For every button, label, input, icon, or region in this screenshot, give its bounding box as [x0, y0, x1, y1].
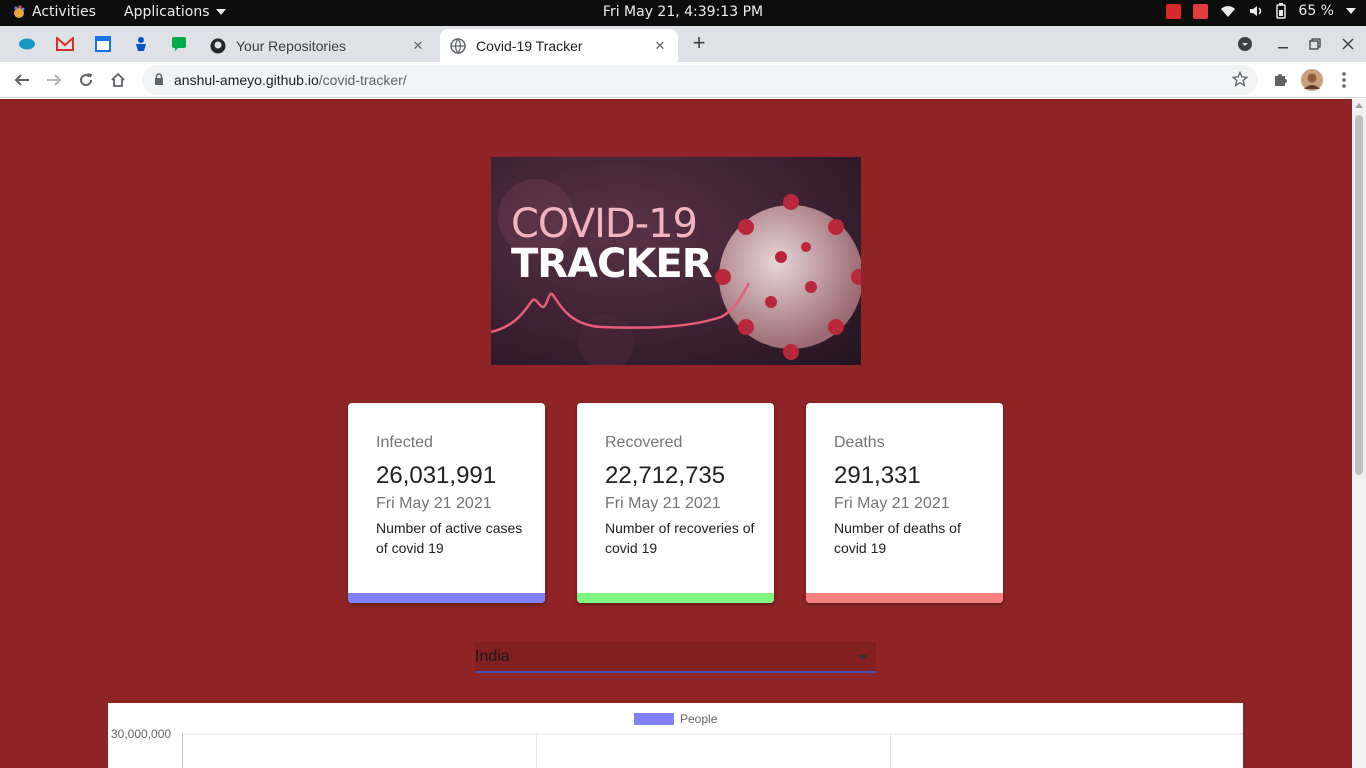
system-menu-chevron-icon[interactable]: [1346, 8, 1356, 14]
avatar: [1301, 69, 1323, 91]
scrollbar-thumb[interactable]: [1355, 115, 1363, 475]
bookmark-star-icon[interactable]: [1232, 71, 1248, 87]
battery-icon: [1276, 3, 1287, 19]
extensions-button[interactable]: [1268, 68, 1292, 92]
pinned-tab-gmail[interactable]: [55, 34, 75, 54]
back-button[interactable]: [10, 68, 34, 92]
card-accent-bar: [806, 593, 1003, 603]
card-accent-bar: [348, 593, 545, 603]
country-select-value: India: [475, 648, 510, 665]
card-date: Fri May 21 2021: [605, 495, 721, 512]
activities-button[interactable]: Activities: [12, 4, 96, 20]
recovered-card: Recovered 22,712,735 Fri May 21 2021 Num…: [577, 403, 774, 603]
page-viewport: COVID-19 TRACKER Infected 26,031,991 Fri…: [0, 99, 1352, 768]
restore-icon: [1309, 38, 1321, 50]
scroll-up-arrow-icon[interactable]: [1355, 103, 1363, 108]
pinned-tab-salesforce[interactable]: [17, 34, 37, 54]
country-select[interactable]: India: [475, 642, 876, 673]
chevron-down-icon: [215, 9, 226, 15]
infected-card: Infected 26,031,991 Fri May 21 2021 Numb…: [348, 403, 545, 603]
jira-icon: [136, 37, 146, 51]
tab-search-icon: [1238, 37, 1252, 51]
pinned-tab-calendar[interactable]: [93, 34, 113, 54]
kebab-menu-icon: [1342, 72, 1346, 88]
reload-button[interactable]: [74, 68, 98, 92]
tab-title: Covid-19 Tracker: [476, 37, 583, 54]
system-top-bar: Activities Applications Fri May 21, 4:39…: [0, 0, 1366, 26]
covid-tracker-banner: COVID-19 TRACKER: [491, 157, 861, 365]
tab-title: Your Repositories: [236, 37, 346, 54]
back-arrow-icon: [14, 74, 29, 86]
close-icon[interactable]: ✕: [410, 38, 426, 54]
gnome-foot-icon: [14, 5, 25, 18]
gmail-icon: [56, 37, 74, 51]
forward-arrow-icon: [47, 74, 62, 86]
tab-covid-19-tracker[interactable]: Covid-19 Tracker ✕: [440, 29, 678, 62]
card-label: Infected: [376, 434, 433, 451]
restore-button[interactable]: [1305, 34, 1325, 54]
new-tab-button[interactable]: +: [688, 32, 710, 54]
calendar-icon: [95, 36, 111, 52]
home-button[interactable]: [106, 68, 130, 92]
system-tray[interactable]: 65 %: [1166, 3, 1356, 19]
card-value: 26,031,991: [376, 462, 497, 489]
card-date: Fri May 21 2021: [834, 495, 950, 512]
url-host: anshul-ameyo.github.io: [174, 72, 319, 88]
card-accent-bar: [577, 593, 774, 603]
url-text: anshul-ameyo.github.io/covid-tracker/: [174, 72, 407, 88]
deaths-card: Deaths 291,331 Fri May 21 2021 Number of…: [806, 403, 1003, 603]
address-bar[interactable]: anshul-ameyo.github.io/covid-tracker/: [142, 65, 1258, 95]
tray-app-icon[interactable]: [1166, 3, 1182, 19]
window-close-button[interactable]: [1338, 34, 1358, 54]
banner-title-line2: TRACKER: [511, 241, 713, 287]
chat-icon: [172, 37, 186, 51]
pinned-tab-chat[interactable]: [169, 34, 189, 54]
chart-gridlines: [182, 733, 1243, 768]
card-description: Number of active cases of covid 19: [376, 520, 523, 556]
profile-button[interactable]: [1300, 68, 1324, 92]
minimize-icon: [1278, 47, 1288, 49]
wifi-icon: [1221, 6, 1236, 17]
tab-your-repositories[interactable]: Your Repositories ✕: [200, 29, 436, 62]
card-label: Recovered: [605, 434, 683, 451]
tray-record-icon[interactable]: [1193, 3, 1209, 19]
card-label: Deaths: [834, 434, 885, 451]
dropdown-arrow-icon: [858, 655, 868, 660]
card-description: Number of recoveries of covid 19: [605, 520, 755, 556]
browser-toolbar: anshul-ameyo.github.io/covid-tracker/: [0, 62, 1366, 98]
card-value: 291,331: [834, 462, 921, 489]
close-icon[interactable]: ✕: [652, 38, 668, 54]
volume-icon: [1250, 6, 1262, 16]
activities-label: Activities: [32, 4, 96, 20]
card-description: Number of deaths of covid 19: [834, 520, 961, 556]
minimize-button[interactable]: [1273, 34, 1293, 54]
globe-icon: [450, 37, 466, 54]
forward-button[interactable]: [42, 68, 66, 92]
lock-icon: [155, 73, 163, 85]
url-path: /covid-tracker/: [318, 72, 407, 88]
reload-icon: [80, 73, 93, 87]
card-value: 22,712,735: [605, 462, 726, 489]
battery-percent: 65 %: [1298, 3, 1334, 19]
puzzle-icon: [1275, 74, 1287, 86]
close-icon: [1342, 38, 1354, 50]
github-icon: [210, 38, 226, 53]
salesforce-icon: [19, 38, 35, 50]
tab-search-button[interactable]: [1235, 34, 1255, 54]
tab-strip: Your Repositories ✕ Covid-19 Tracker ✕ +: [0, 26, 1366, 62]
page-scrollbar[interactable]: [1352, 99, 1366, 768]
applications-menu[interactable]: Applications: [124, 4, 226, 20]
home-icon: [111, 72, 125, 87]
browser-menu-button[interactable]: [1332, 68, 1356, 92]
cases-chart: People 30,000,000: [108, 703, 1243, 768]
card-date: Fri May 21 2021: [376, 495, 492, 512]
applications-label: Applications: [124, 4, 210, 20]
pinned-tab-jira[interactable]: [131, 34, 151, 54]
